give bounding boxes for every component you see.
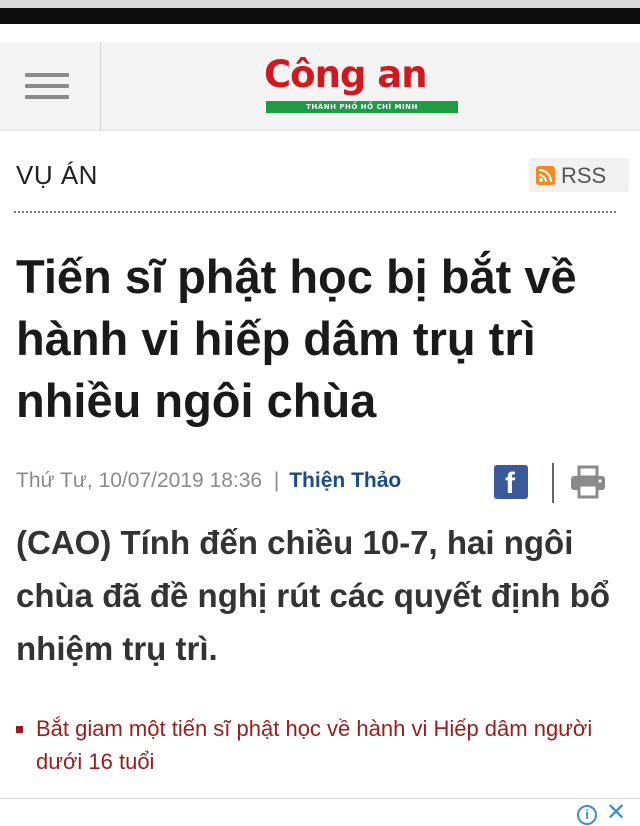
browser-top-strip [0, 0, 640, 8]
close-icon[interactable]: ✕ [604, 801, 628, 825]
top-gap [0, 24, 640, 42]
facebook-icon[interactable]: f [494, 465, 528, 500]
section-divider [14, 211, 616, 213]
site-logo[interactable]: Công an THÀNH PHỐ HỒ CHÍ MINH [260, 53, 470, 116]
printer-icon[interactable] [569, 463, 607, 501]
article-headline: Tiến sĩ phật học bị bắt về hành vi hiếp … [16, 250, 577, 427]
related-article-link[interactable]: Bắt giam một tiến sĩ phật học về hành vi… [36, 712, 596, 778]
ad-bar: i ✕ [0, 798, 640, 825]
site-header: Công an THÀNH PHỐ HỒ CHÍ MINH [0, 42, 640, 131]
share-divider [552, 463, 554, 503]
article-meta: Thứ Tư, 10/07/2019 18:36 | Thiện Thảo [16, 466, 456, 496]
bullet-icon [16, 726, 23, 733]
info-icon[interactable]: i [577, 805, 597, 825]
menu-button[interactable] [0, 42, 101, 130]
hamburger-line [25, 95, 69, 99]
browser-top-bar [0, 8, 640, 24]
logo-title: Công an [264, 53, 428, 96]
article-author[interactable]: Thiện Thảo [289, 469, 401, 492]
section-title[interactable]: VỤ ÁN [16, 160, 98, 191]
rss-label: RSS [561, 163, 607, 188]
section-bar: VỤ ÁN RSS [16, 158, 629, 198]
article-date: Thứ Tư, 10/07/2019 18:36 [16, 469, 263, 492]
hamburger-line [25, 84, 69, 88]
article-lead: (CAO) Tính đến chiều 10-7, hai ngôi chùa… [16, 524, 611, 667]
rss-icon [536, 166, 555, 185]
rss-button[interactable]: RSS [529, 158, 629, 192]
meta-separator: | [273, 469, 280, 492]
logo-subtitle: THÀNH PHỐ HỒ CHÍ MINH [266, 101, 458, 113]
hamburger-menu-icon [25, 73, 69, 77]
